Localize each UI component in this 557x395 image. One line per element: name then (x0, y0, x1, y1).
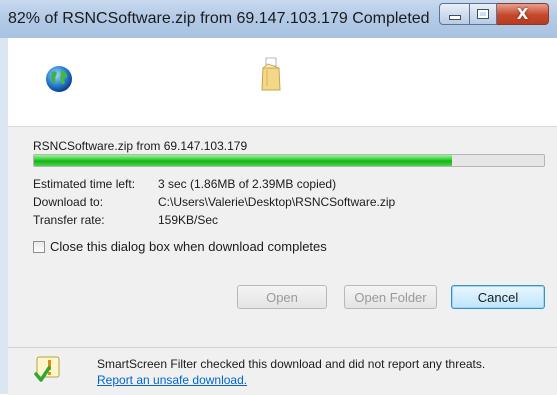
smartscreen-shield-icon (34, 356, 60, 382)
open-folder-button[interactable]: Open Folder (344, 285, 437, 309)
transfer-rate-row: Transfer rate: 159KB/Sec (33, 213, 218, 227)
estimated-time-value: 3 sec (1.86MB of 2.39MB copied) (158, 177, 337, 191)
download-to-row: Download to: C:\Users\Valerie\Desktop\RSN… (33, 195, 395, 209)
close-button[interactable]: X (497, 3, 549, 25)
estimated-time-row: Estimated time left: 3 sec (1.86MB of 2.3… (33, 177, 336, 191)
close-icon: X (516, 5, 529, 23)
maximize-icon (477, 9, 489, 19)
download-dialog: 82% of RSNCSoftware.zip from 69.147.103.… (0, 0, 557, 395)
transfer-rate-value: 159KB/Sec (158, 213, 219, 227)
report-unsafe-link[interactable]: Report an unsafe download. (97, 373, 247, 387)
folder-icon (261, 57, 281, 91)
open-button[interactable]: Open (237, 285, 327, 309)
minimize-button[interactable] (439, 3, 469, 25)
close-when-complete-option[interactable]: Close this dialog box when download comp… (33, 239, 327, 254)
download-to-label: Download to: (33, 195, 104, 209)
title-bar[interactable]: 82% of RSNCSoftware.zip from 69.147.103.… (0, 0, 557, 38)
estimated-time-label: Estimated time left: (33, 177, 136, 191)
download-details: RSNCSoftware.zip from 69.147.103.179 Est… (8, 127, 557, 347)
minimize-icon (448, 15, 461, 20)
download-to-value: C:\Users\Valerie\Desktop\RSNCSoftware.zi… (158, 195, 396, 209)
caption-buttons: X (439, 3, 549, 25)
close-when-complete-label: Close this dialog box when download comp… (50, 239, 327, 254)
maximize-button[interactable] (469, 3, 497, 25)
globe-icon (46, 66, 72, 92)
smartscreen-panel: SmartScreen Filter checked this download… (8, 347, 557, 395)
close-when-complete-checkbox[interactable] (33, 240, 45, 253)
window-title: 82% of RSNCSoftware.zip from 69.147.103.… (8, 10, 430, 27)
smartscreen-message: SmartScreen Filter checked this download… (97, 357, 486, 371)
download-progress-bar (33, 154, 545, 167)
cancel-button[interactable]: Cancel (451, 285, 545, 309)
transfer-rate-label: Transfer rate: (33, 213, 105, 227)
file-source-label: RSNCSoftware.zip from 69.147.103.179 (33, 139, 248, 153)
progress-fill (34, 155, 453, 166)
download-animation (8, 38, 557, 127)
dialog-body: RSNCSoftware.zip from 69.147.103.179 Est… (8, 38, 557, 395)
